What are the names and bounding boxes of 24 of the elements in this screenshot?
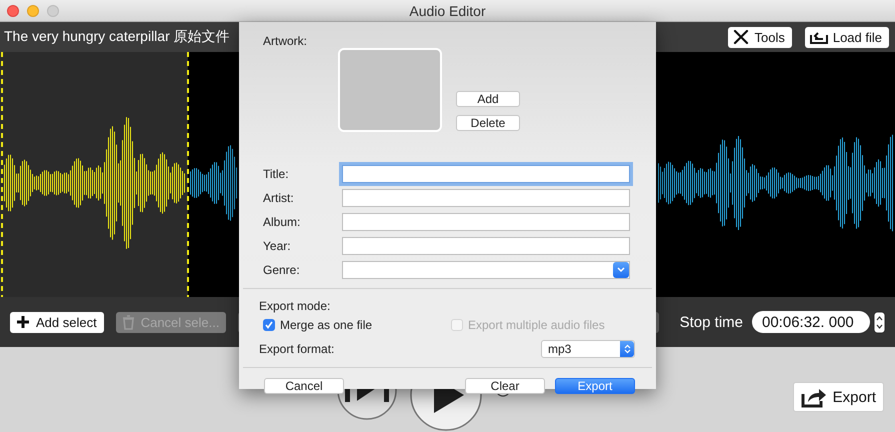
field-label: Year: bbox=[263, 239, 292, 253]
load-file-button[interactable]: Load file bbox=[804, 26, 889, 48]
add-select-button[interactable]: Add select bbox=[10, 312, 104, 332]
field-label: Title: bbox=[263, 167, 290, 181]
format-dropdown[interactable]: mp3 bbox=[541, 340, 635, 358]
checkbox-label: Export multiple audio files bbox=[468, 318, 605, 332]
export-button[interactable]: Export bbox=[792, 382, 884, 412]
field-label: Album: bbox=[263, 215, 302, 229]
field-label: Artist: bbox=[263, 191, 295, 205]
section-label: Export mode: bbox=[259, 299, 330, 313]
window-title: Audio Editor bbox=[409, 2, 486, 18]
file-title: The very hungry caterpillar 原始文件 bbox=[4, 28, 230, 46]
tools-button[interactable]: Tools bbox=[728, 26, 792, 48]
field-label: Export format: bbox=[259, 342, 334, 356]
stop-time-label: Stop time bbox=[680, 314, 743, 330]
delete-button[interactable]: Delete bbox=[456, 115, 520, 131]
dialog-button[interactable]: Cancel bbox=[264, 378, 344, 394]
dialog-button[interactable]: Clear bbox=[465, 378, 545, 394]
checkbox-label: Merge as one file bbox=[280, 318, 372, 332]
stop-time-field[interactable]: 00:06:32. 000 bbox=[752, 311, 870, 333]
field-label: Artwork: bbox=[263, 34, 308, 50]
export-button[interactable]: Export bbox=[555, 378, 635, 394]
field-label: Genre: bbox=[263, 263, 301, 277]
add-button[interactable]: Add bbox=[456, 91, 520, 107]
